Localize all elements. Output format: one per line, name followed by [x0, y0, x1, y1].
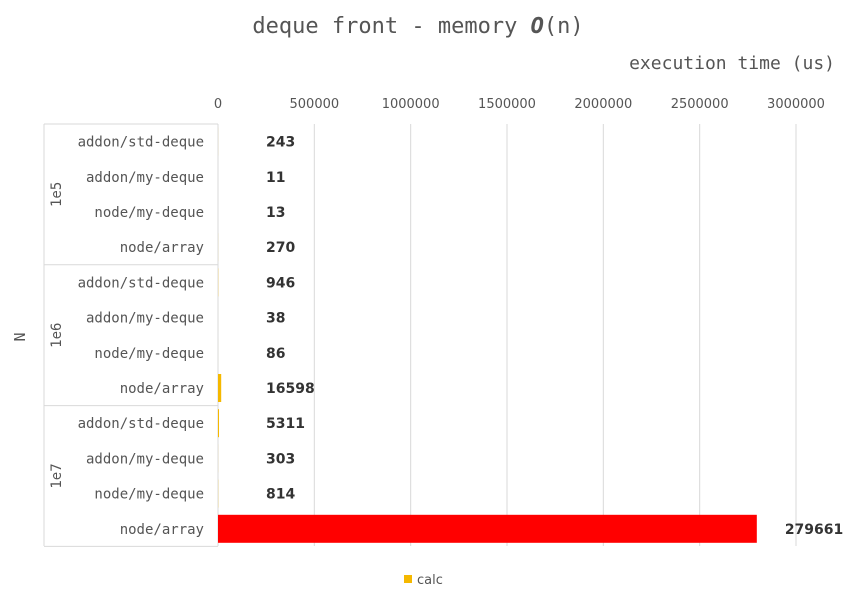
category-label: addon/std-deque: [78, 275, 204, 291]
category-label: node/my-deque: [94, 346, 204, 362]
data-labels: 243 11 13 270 946 38 86 16598 5311 303 814 279661: [266, 135, 843, 538]
y-axis-title: N: [11, 332, 29, 341]
data-label: 13: [266, 205, 285, 221]
data-label: 5311: [266, 416, 305, 432]
category-axis-frame: [43, 123, 219, 547]
x-tick-labels: 0 500000 1000000 1500000 2000000 2500000 30000…: [214, 97, 825, 112]
gridlines: [313, 124, 797, 546]
group-label: 1e6: [49, 323, 65, 348]
data-label: 11: [266, 170, 285, 186]
chart-title-suffix: (n): [544, 14, 584, 39]
category-label: addon/std-deque: [78, 135, 204, 151]
category-label: node/array: [120, 240, 204, 256]
category-label: node/array: [120, 381, 204, 397]
x-tick-label: 500000: [290, 97, 340, 112]
chart: deque front - memory O(n) execution time…: [11, 14, 843, 588]
data-label: 243: [266, 135, 295, 151]
legend: calc: [404, 573, 443, 588]
x-tick-label: 3000000: [767, 97, 825, 112]
x-tick-label: 1500000: [478, 97, 536, 112]
x-tick-label: 2000000: [574, 97, 632, 112]
data-label: 16598: [266, 381, 315, 397]
bar: [218, 374, 222, 402]
group-label: 1e5: [49, 182, 65, 207]
data-label: 946: [266, 275, 295, 291]
data-label: 270: [266, 240, 295, 256]
category-label: addon/my-deque: [86, 311, 204, 327]
category-label: addon/my-deque: [86, 170, 204, 186]
legend-swatch-calc: [404, 575, 412, 583]
bar: [218, 514, 757, 543]
category-label: node/my-deque: [94, 487, 204, 503]
chart-title-prefix: deque front - memory: [252, 14, 530, 39]
bars: [218, 127, 757, 543]
category-labels: addon/std-deque addon/my-deque node/my-deq…: [78, 135, 204, 538]
data-label: 814: [266, 487, 295, 503]
legend-label-calc: calc: [417, 573, 443, 588]
data-label: 86: [266, 346, 285, 362]
category-label: addon/std-deque: [78, 416, 204, 432]
x-tick-label: 1000000: [382, 97, 440, 112]
bar: [218, 409, 220, 438]
category-label: addon/my-deque: [86, 451, 204, 467]
group-label: 1e7: [49, 463, 65, 488]
x-tick-label: 0: [214, 97, 222, 112]
chart-title: deque front - memory O(n): [252, 14, 583, 39]
group-labels: 1e5 1e6 1e7: [49, 182, 65, 489]
category-label: node/my-deque: [94, 205, 204, 221]
category-label: node/array: [120, 522, 204, 538]
x-tick-label: 2500000: [671, 97, 729, 112]
x-axis-title: execution time (us): [629, 53, 835, 74]
data-label: 279661: [785, 522, 843, 538]
chart-title-o: O: [531, 14, 544, 39]
data-label: 303: [266, 451, 295, 467]
data-label: 38: [266, 311, 285, 327]
